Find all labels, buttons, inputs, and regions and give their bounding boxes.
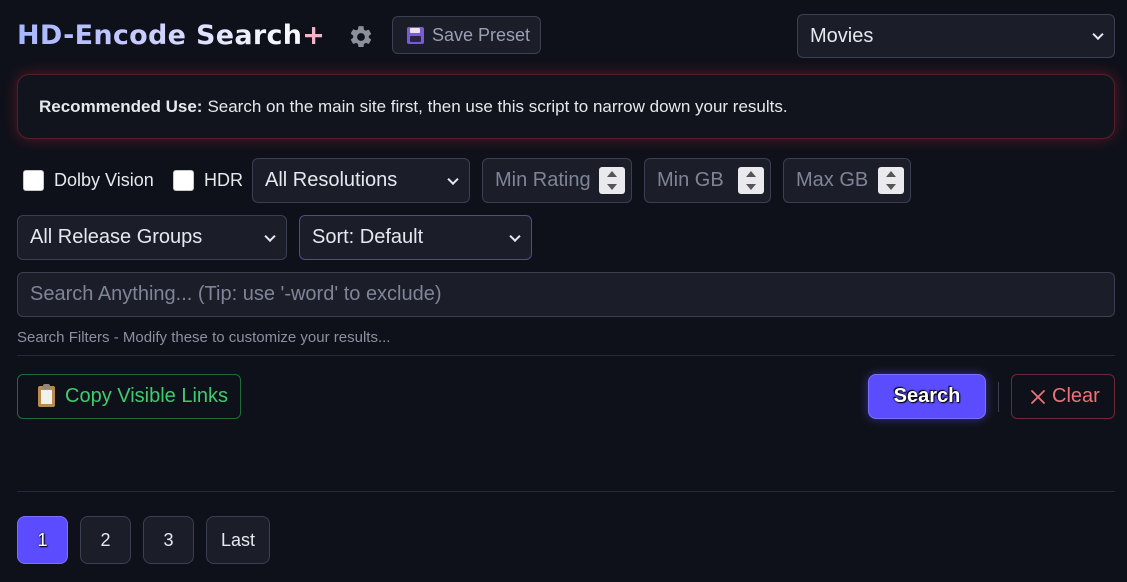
floppy-disk-icon (407, 26, 424, 44)
notice-text: Search on the main site first, then use … (207, 96, 788, 116)
max-gb-input[interactable]: Max GB (783, 158, 911, 203)
page-button-2[interactable]: 2 (80, 516, 131, 564)
notice-label: Recommended Use: (39, 96, 203, 116)
min-rating-input[interactable]: Min Rating (482, 158, 632, 203)
min-rating-placeholder: Min Rating (495, 169, 591, 191)
max-gb-spinner[interactable] (878, 167, 904, 194)
resolution-select[interactable]: All Resolutions (252, 158, 470, 203)
clear-button[interactable]: Clear (1011, 374, 1115, 419)
release-groups-select[interactable]: All Release Groups (17, 215, 287, 260)
category-select-value: Movies (810, 24, 874, 47)
search-button[interactable]: Search (868, 374, 986, 419)
page-button-3[interactable]: 3 (143, 516, 194, 564)
dolby-vision-filter[interactable]: Dolby Vision (23, 170, 154, 191)
chevron-down-icon (447, 173, 459, 185)
divider (17, 355, 1115, 356)
category-select[interactable]: Movies (797, 14, 1115, 58)
search-button-label: Search (893, 385, 961, 407)
hdr-checkbox[interactable] (173, 170, 194, 191)
spin-up-icon[interactable] (746, 170, 756, 177)
dolby-vision-checkbox[interactable] (23, 170, 44, 191)
spin-up-icon[interactable] (607, 170, 617, 177)
dolby-vision-label: Dolby Vision (54, 170, 154, 190)
divider (17, 491, 1115, 492)
min-rating-spinner[interactable] (599, 167, 625, 194)
page-button-last[interactable]: Last (206, 516, 271, 564)
action-separator (998, 382, 999, 412)
app-title-plus: + (302, 20, 326, 51)
hdr-label: HDR (204, 170, 243, 190)
clear-button-label: Clear (1052, 385, 1100, 407)
max-gb-placeholder: Max GB (796, 169, 869, 191)
clipboard-icon (38, 384, 55, 407)
release-groups-select-value: All Release Groups (30, 226, 203, 248)
copy-visible-links-label: Copy Visible Links (65, 385, 229, 407)
sort-select-value: Sort: Default (312, 226, 424, 248)
search-input[interactable] (17, 272, 1115, 317)
page-button-1[interactable]: 1 (17, 516, 68, 564)
save-preset-button[interactable]: Save Preset (392, 16, 541, 54)
chevron-down-icon (264, 230, 276, 242)
pagination: 1 2 3 Last (17, 516, 271, 564)
min-gb-input[interactable]: Min GB (644, 158, 771, 203)
spin-down-icon[interactable] (746, 184, 756, 191)
chevron-down-icon (1092, 28, 1104, 41)
x-icon (1031, 389, 1045, 404)
app-title: HD-Encode Search+ (17, 18, 325, 54)
chevron-down-icon (509, 230, 521, 242)
search-filters-hint: Search Filters - Modify these to customi… (17, 329, 391, 346)
min-gb-placeholder: Min GB (657, 169, 724, 191)
min-gb-spinner[interactable] (738, 167, 764, 194)
spin-down-icon[interactable] (886, 184, 896, 191)
app-root: HD-Encode Search+ Save Preset Movies Rec… (0, 0, 1127, 582)
spin-down-icon[interactable] (607, 184, 617, 191)
recommended-use-notice: Recommended Use: Search on the main site… (17, 74, 1115, 139)
spin-up-icon[interactable] (886, 170, 896, 177)
save-preset-label: Save Preset (432, 24, 531, 45)
sort-select[interactable]: Sort: Default (299, 215, 532, 260)
copy-visible-links-button[interactable]: Copy Visible Links (17, 374, 241, 419)
hdr-filter[interactable]: HDR (173, 170, 243, 191)
gear-icon[interactable] (346, 22, 376, 52)
resolution-select-value: All Resolutions (265, 169, 398, 191)
app-title-text: HD-Encode Search (17, 20, 303, 51)
